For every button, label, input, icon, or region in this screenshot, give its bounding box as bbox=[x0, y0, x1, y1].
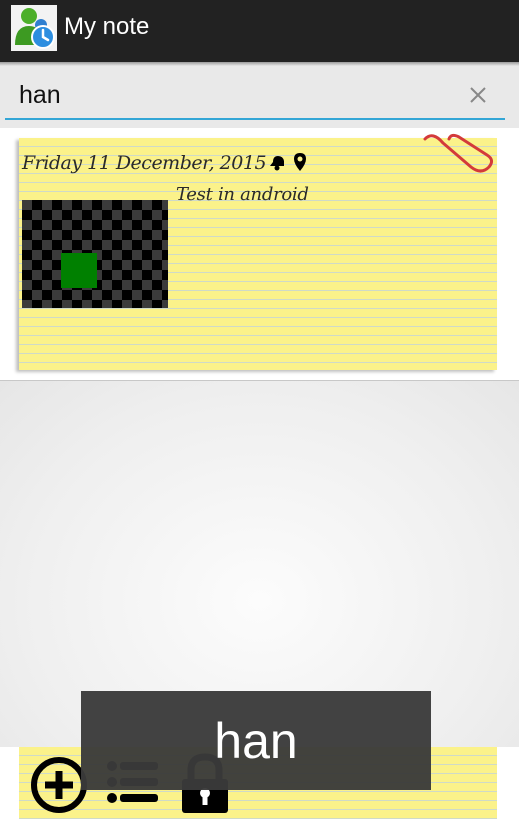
image-content bbox=[61, 253, 97, 288]
note-card[interactable]: Friday 11 December, 2015 Test in android bbox=[19, 133, 497, 370]
note-image-thumbnail[interactable] bbox=[22, 200, 168, 308]
note-list: Friday 11 December, 2015 Test in android bbox=[0, 128, 519, 381]
note-date: Friday 11 December, 2015 bbox=[22, 152, 267, 174]
close-icon bbox=[470, 87, 486, 103]
add-note-button[interactable] bbox=[30, 756, 88, 818]
toast-message: han bbox=[81, 691, 431, 790]
paperclip-icon bbox=[423, 133, 494, 173]
add-circle-icon bbox=[31, 757, 87, 813]
note-title: Test in android bbox=[176, 184, 309, 205]
app-icon[interactable] bbox=[11, 5, 57, 51]
action-bar-shadow bbox=[0, 62, 519, 66]
bell-icon bbox=[270, 156, 284, 171]
search-input[interactable] bbox=[5, 72, 505, 120]
clear-search-button[interactable] bbox=[464, 80, 492, 110]
action-bar: My note bbox=[0, 0, 519, 62]
note-status-icons bbox=[267, 152, 307, 172]
location-pin-icon bbox=[294, 153, 306, 171]
app-title: My note bbox=[64, 13, 150, 40]
